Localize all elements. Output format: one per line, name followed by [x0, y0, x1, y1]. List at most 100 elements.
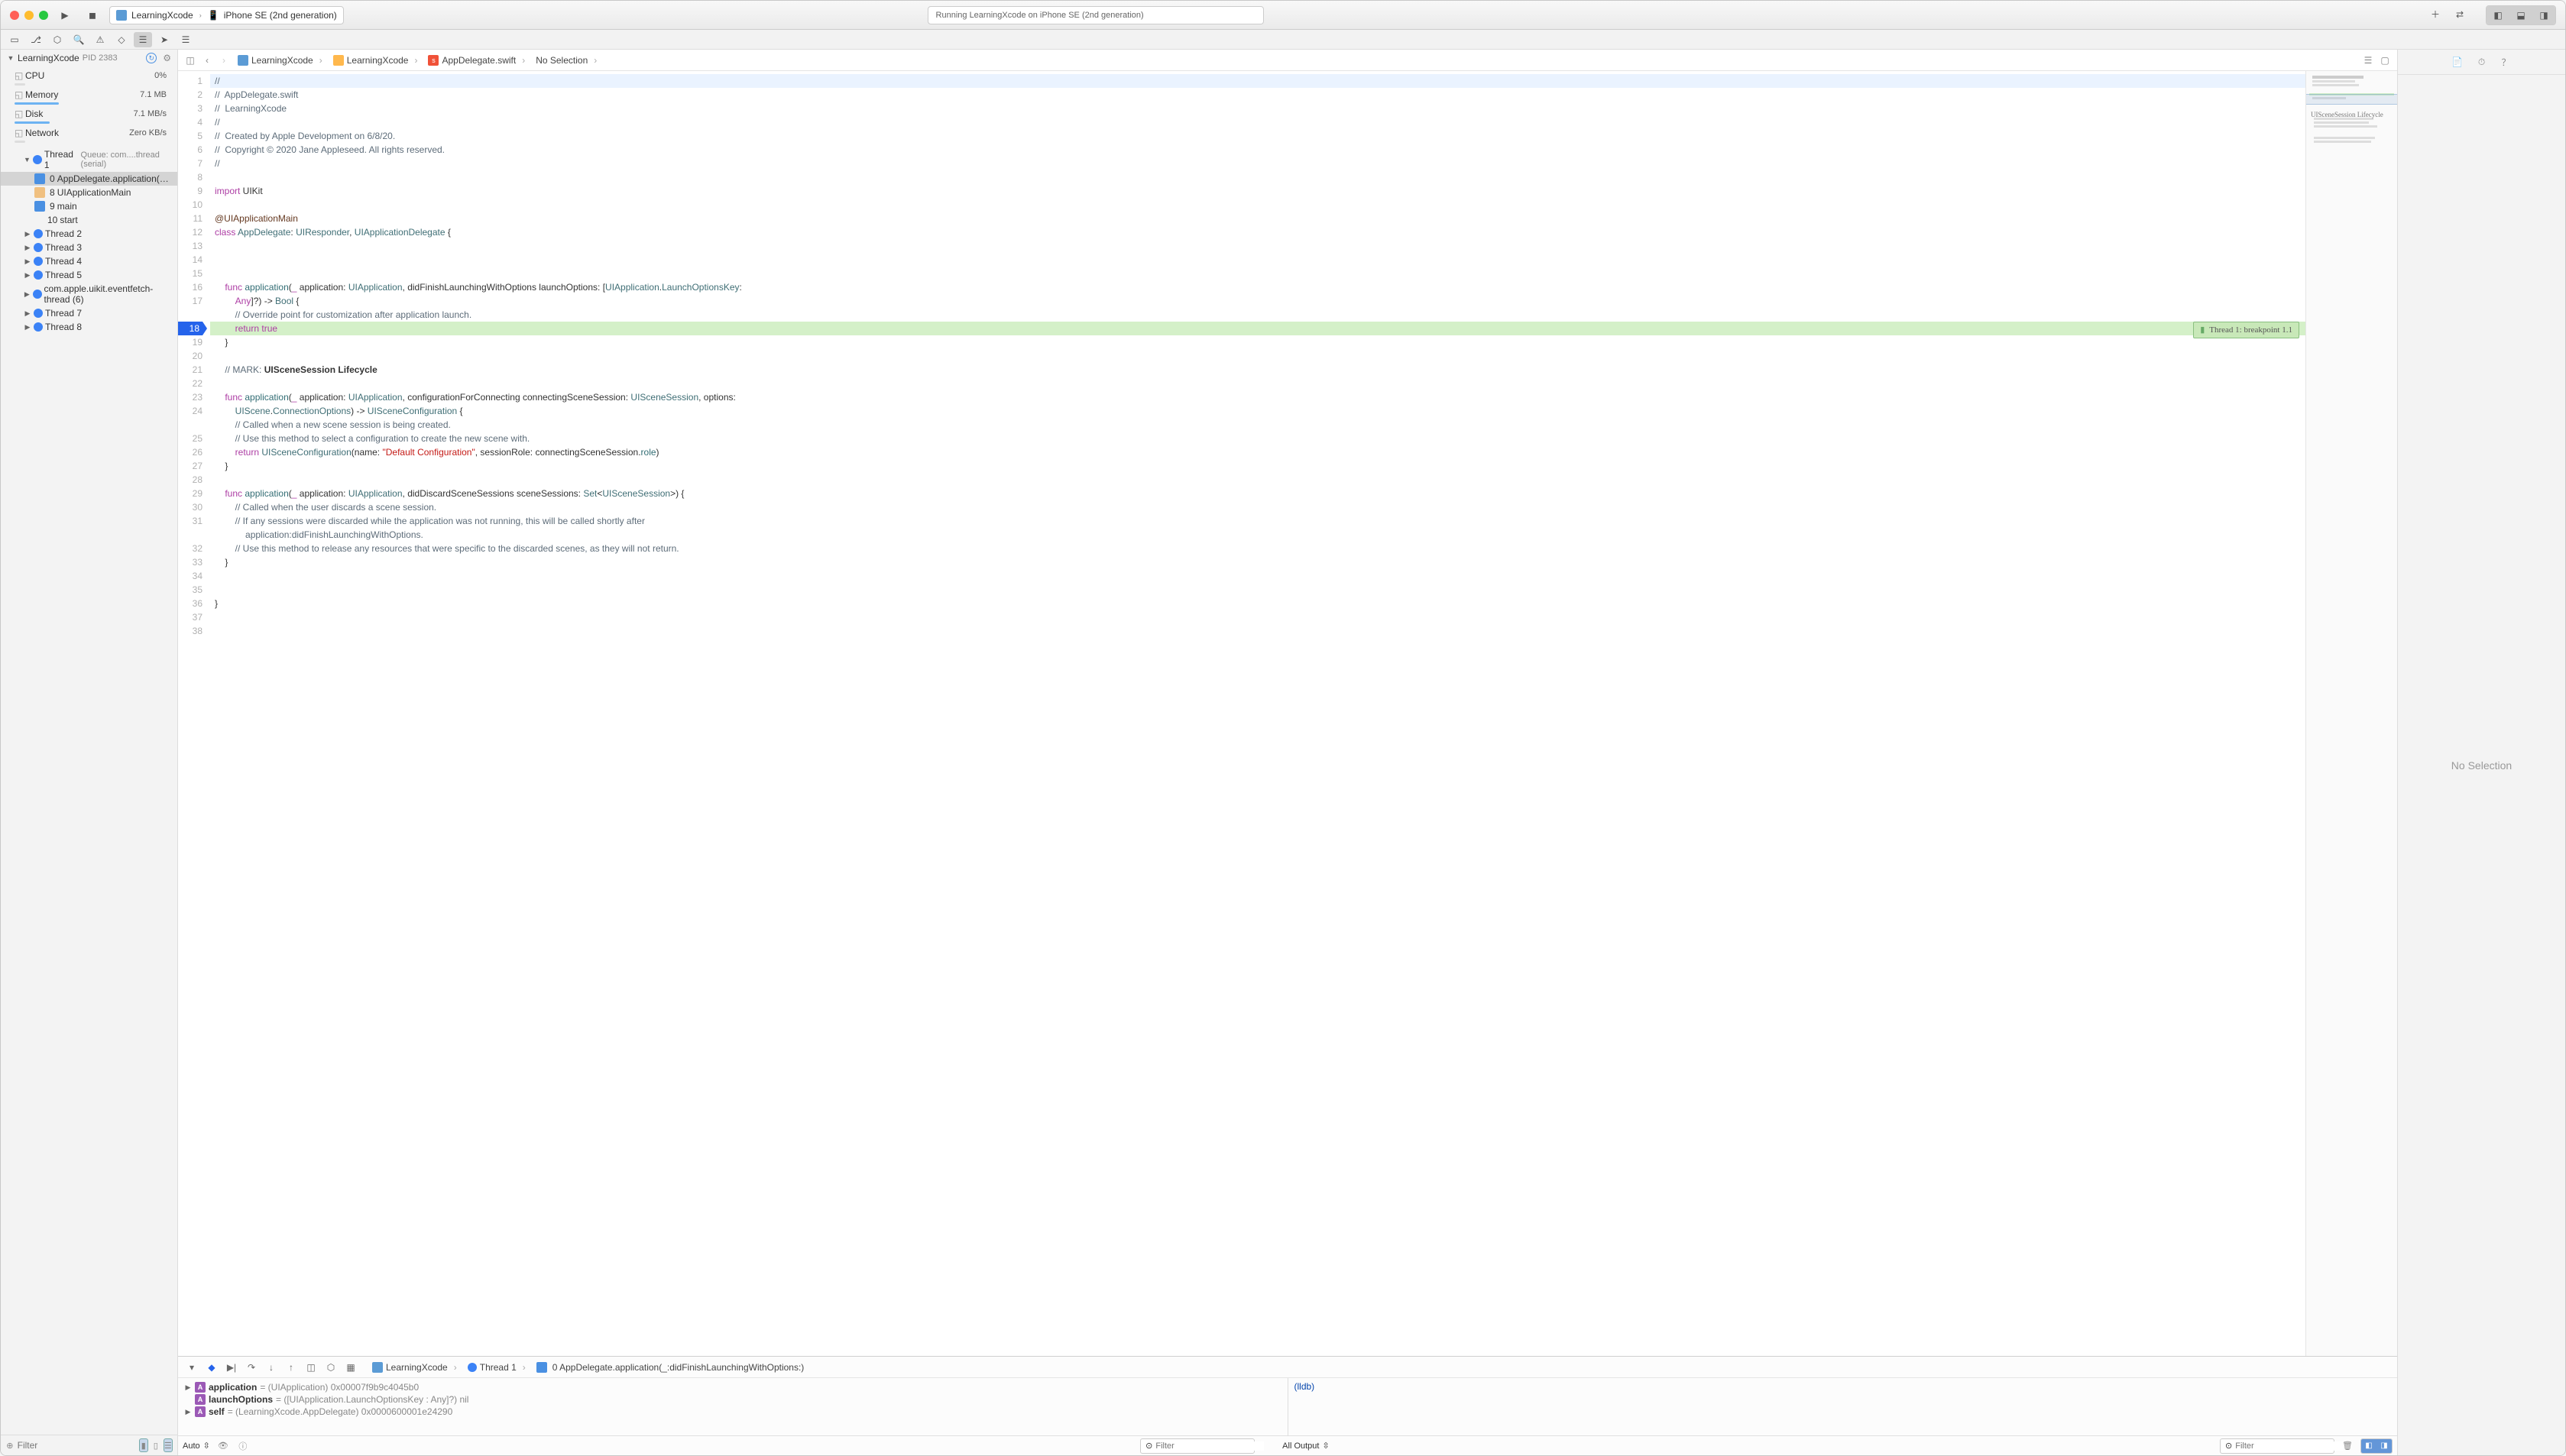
- code-line[interactable]: [210, 170, 2305, 184]
- line-number[interactable]: 32: [178, 542, 202, 555]
- code-line[interactable]: return UISceneConfiguration(name: "Defau…: [210, 445, 2305, 459]
- forward-button[interactable]: ›: [216, 53, 232, 68]
- console-output-selector[interactable]: All Output ⇳: [1282, 1441, 1330, 1451]
- line-number[interactable]: 33: [178, 555, 202, 569]
- code-line[interactable]: return true▮Thread 1: breakpoint 1.1: [210, 322, 2305, 335]
- line-number[interactable]: 12: [178, 225, 202, 239]
- navigator-filter-input[interactable]: [18, 1440, 136, 1451]
- stack-frame-row[interactable]: 9 main: [1, 199, 177, 213]
- line-number[interactable]: 35: [178, 583, 202, 597]
- code-line[interactable]: [210, 377, 2305, 390]
- process-header[interactable]: LearningXcode PID 2383 ↻ ⚙: [1, 50, 177, 66]
- scheme-selector[interactable]: LearningXcode › 📱 iPhone SE (2nd generat…: [109, 6, 344, 24]
- clear-console-icon[interactable]: 🗑: [2341, 1439, 2354, 1453]
- thread-row[interactable]: Thread 8: [1, 320, 177, 334]
- code-line[interactable]: [210, 198, 2305, 212]
- line-number[interactable]: 26: [178, 445, 202, 459]
- line-number[interactable]: 24: [178, 404, 202, 418]
- code-line[interactable]: // Use this method to release any resour…: [210, 542, 2305, 555]
- console-filter-input[interactable]: [2235, 1441, 2344, 1451]
- variables-view[interactable]: A application = (UIApplication) 0x00007f…: [178, 1378, 1288, 1435]
- code-line[interactable]: // Use this method to select a configura…: [210, 432, 2305, 445]
- variables-filter-input[interactable]: [1155, 1441, 1264, 1451]
- toggle-inspector[interactable]: ◨: [2532, 6, 2555, 24]
- thread-row[interactable]: com.apple.uikit.eventfetch-thread (6): [1, 282, 177, 306]
- code-line[interactable]: // MARK: UISceneSession Lifecycle: [210, 363, 2305, 377]
- process-options-icon[interactable]: ⚙: [163, 53, 171, 63]
- line-number[interactable]: 30: [178, 500, 202, 514]
- disclosure-icon[interactable]: [24, 271, 31, 279]
- symbol-nav-tab[interactable]: ⬡: [48, 32, 66, 47]
- help-inspector-tab[interactable]: ？: [2499, 54, 2514, 70]
- thread-row[interactable]: Thread 5: [1, 268, 177, 282]
- line-number[interactable]: 37: [178, 610, 202, 624]
- zoom-window[interactable]: [39, 11, 48, 20]
- disclosure-icon[interactable]: [24, 230, 31, 238]
- code-line[interactable]: // If any sessions were discarded while …: [210, 514, 2305, 542]
- show-console-toggle[interactable]: ◨: [2376, 1439, 2392, 1453]
- code-line[interactable]: [210, 239, 2305, 253]
- jump-file[interactable]: sAppDelegate.swift: [423, 55, 530, 66]
- code-line[interactable]: //: [210, 74, 2305, 88]
- code-line[interactable]: UIScene.ConnectionOptions) -> UISceneCon…: [210, 404, 2305, 432]
- code-line[interactable]: // Called when the user discards a scene…: [210, 500, 2305, 514]
- code-line[interactable]: func application(_ application: UIApplic…: [210, 487, 2305, 500]
- source-editor[interactable]: 1234567891011121314151617181920212223242…: [178, 71, 2305, 1356]
- console-view[interactable]: (lldb): [1288, 1378, 2398, 1435]
- console-filter[interactable]: ⊙: [2220, 1438, 2334, 1454]
- line-number[interactable]: 28: [178, 473, 202, 487]
- gauge-row[interactable]: ◱ Network Zero KB/s: [1, 125, 177, 141]
- thread-row[interactable]: Thread 3: [1, 241, 177, 254]
- thread-row[interactable]: Thread 4: [1, 254, 177, 268]
- code-line[interactable]: // Created by Apple Development on 6/8/2…: [210, 129, 2305, 143]
- disclosure-icon[interactable]: [184, 1408, 192, 1416]
- code-line[interactable]: [210, 624, 2305, 638]
- code-line[interactable]: Any]?) -> Bool { // Override point for c…: [210, 294, 2305, 322]
- minimize-window[interactable]: [24, 11, 34, 20]
- minimap-viewport[interactable]: [2306, 94, 2397, 105]
- line-number[interactable]: 10: [178, 198, 202, 212]
- stop-button[interactable]: ◼: [82, 6, 103, 24]
- info-icon[interactable]: ⓘ: [236, 1439, 250, 1453]
- line-number[interactable]: 9: [178, 184, 202, 198]
- process-status-icon[interactable]: ↻: [146, 53, 157, 63]
- activity-status[interactable]: Running LearningXcode on iPhone SE (2nd …: [928, 6, 1264, 24]
- step-into-button[interactable]: ↓: [262, 1359, 280, 1376]
- code-line[interactable]: import UIKit: [210, 184, 2305, 198]
- continue-button[interactable]: ▶|: [222, 1359, 241, 1376]
- debug-nav-tab[interactable]: ☰: [134, 32, 152, 47]
- disclosure-icon[interactable]: [24, 309, 31, 317]
- stack-frame-row[interactable]: 0 AppDelegate.application(_:didFin...: [1, 172, 177, 186]
- code-line[interactable]: //: [210, 115, 2305, 129]
- source-control-nav-tab[interactable]: ⎇: [27, 32, 45, 47]
- filter-crashed-icon[interactable]: ▮: [139, 1438, 148, 1452]
- disclosure-icon[interactable]: [24, 257, 31, 265]
- line-number[interactable]: 19: [178, 335, 202, 349]
- thread-row[interactable]: Thread 7: [1, 306, 177, 320]
- code-line[interactable]: func application(_ application: UIApplic…: [210, 390, 2305, 404]
- line-number[interactable]: 23: [178, 390, 202, 404]
- line-number[interactable]: 20: [178, 349, 202, 363]
- issue-nav-tab[interactable]: ⚠: [91, 32, 109, 47]
- disclosure-icon[interactable]: [24, 323, 31, 331]
- step-over-button[interactable]: ↷: [242, 1359, 261, 1376]
- gauge-row[interactable]: ◱ Disk 7.1 MB/s: [1, 106, 177, 121]
- variables-scope-selector[interactable]: Auto ⇳: [183, 1441, 210, 1451]
- variable-row[interactable]: A self = (LearningXcode.AppDelegate) 0x0…: [184, 1406, 1281, 1418]
- line-number[interactable]: 31: [178, 514, 202, 528]
- code-line[interactable]: // LearningXcode: [210, 102, 2305, 115]
- filter-running-icon[interactable]: ▯: [151, 1438, 160, 1452]
- report-nav-tab[interactable]: ☰: [177, 32, 195, 47]
- gauge-row[interactable]: ◱ CPU 0%: [1, 68, 177, 83]
- code-line[interactable]: class AppDelegate: UIResponder, UIApplic…: [210, 225, 2305, 239]
- line-number[interactable]: 29: [178, 487, 202, 500]
- code-line[interactable]: [210, 569, 2305, 583]
- code-review-button[interactable]: ⇄: [2449, 5, 2470, 24]
- code-line[interactable]: @UIApplicationMain: [210, 212, 2305, 225]
- code-line[interactable]: }: [210, 597, 2305, 610]
- line-number[interactable]: 21: [178, 363, 202, 377]
- line-number[interactable]: 15: [178, 267, 202, 280]
- filter-threads-icon[interactable]: ☰: [164, 1438, 173, 1452]
- debug-crumb-project[interactable]: LearningXcode: [368, 1362, 462, 1373]
- test-nav-tab[interactable]: ◇: [112, 32, 131, 47]
